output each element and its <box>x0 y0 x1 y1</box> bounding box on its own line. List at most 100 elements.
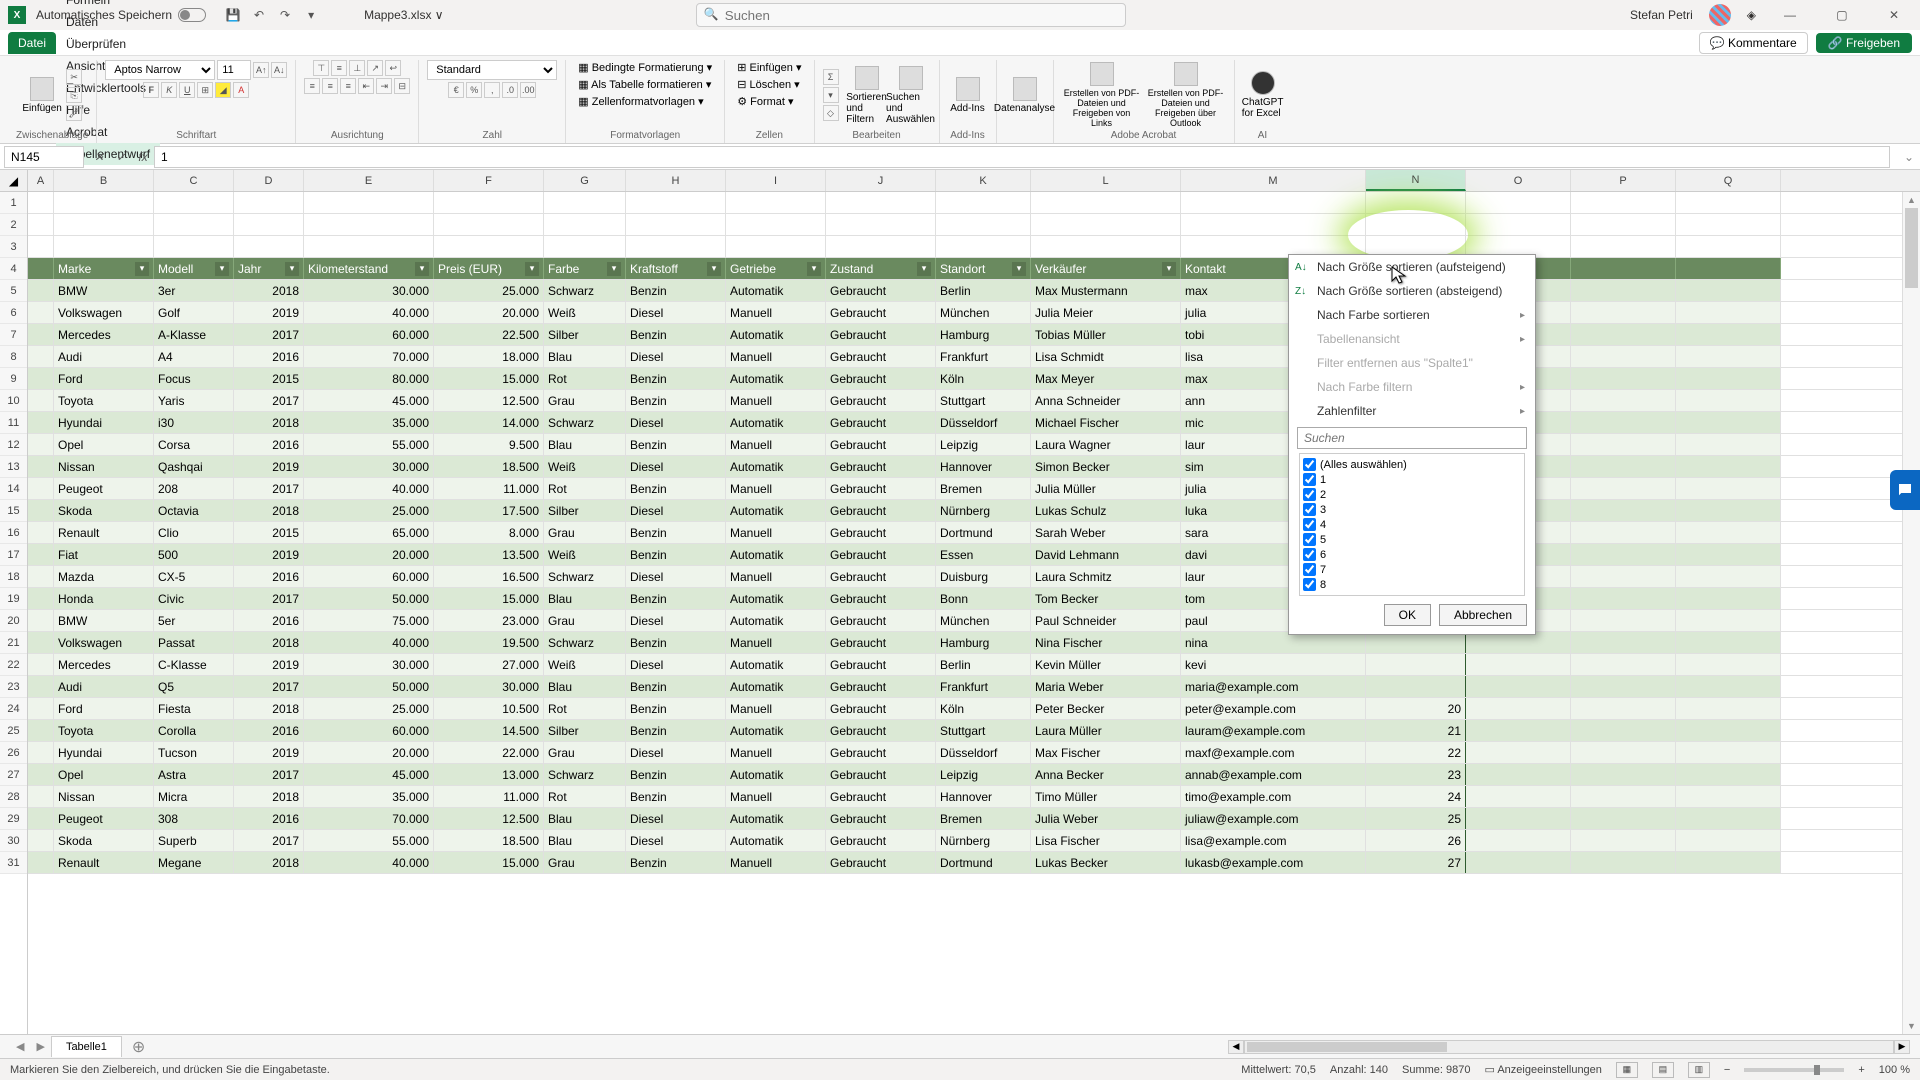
cell[interactable]: Gebraucht <box>826 368 936 389</box>
name-box[interactable] <box>4 146 84 168</box>
table-header-cell[interactable]: Kraftstoff▾ <box>626 258 726 279</box>
cell[interactable] <box>1571 390 1676 411</box>
table-row[interactable]: NissanQashqai201930.00018.500WeißDieselA… <box>28 456 1920 478</box>
cell[interactable]: Diesel <box>626 742 726 763</box>
filter-value-checkbox[interactable]: 2 <box>1303 487 1521 502</box>
cell[interactable] <box>28 632 54 653</box>
row-header[interactable]: 6 <box>0 302 27 324</box>
column-header[interactable]: D <box>234 170 304 191</box>
cell[interactable]: i30 <box>154 412 234 433</box>
zoom-level[interactable]: 100 % <box>1879 1064 1910 1076</box>
share-button[interactable]: 🔗 Freigeben <box>1816 33 1912 53</box>
cell[interactable]: Diesel <box>626 830 726 851</box>
cell[interactable] <box>826 236 936 257</box>
scroll-right-icon[interactable]: ▶ <box>1894 1040 1910 1054</box>
cell[interactable]: Leipzig <box>936 434 1031 455</box>
cell[interactable] <box>1571 500 1676 521</box>
avatar[interactable] <box>1709 4 1731 26</box>
cell[interactable]: 70.000 <box>304 808 434 829</box>
cell[interactable]: 60.000 <box>304 720 434 741</box>
cell[interactable]: Manuell <box>726 566 826 587</box>
cell[interactable]: Automatik <box>726 500 826 521</box>
cell[interactable]: kevi <box>1181 654 1366 675</box>
cell[interactable] <box>28 478 54 499</box>
cell[interactable] <box>1676 478 1781 499</box>
cell[interactable]: Grau <box>544 742 626 763</box>
table-row[interactable]: VolkswagenGolf201940.00020.000WeißDiesel… <box>28 302 1920 324</box>
row-header[interactable]: 26 <box>0 742 27 764</box>
cell[interactable] <box>1676 786 1781 807</box>
copy-icon[interactable]: ⎘ <box>66 87 82 103</box>
cell[interactable]: Automatik <box>726 654 826 675</box>
cell[interactable]: Michael Fischer <box>1031 412 1181 433</box>
cell[interactable] <box>1676 720 1781 741</box>
row-header[interactable]: 20 <box>0 610 27 632</box>
cell[interactable]: Benzin <box>626 544 726 565</box>
cell[interactable]: 40.000 <box>304 478 434 499</box>
cell[interactable]: Automatik <box>726 610 826 631</box>
table-row[interactable]: Peugeot208201740.00011.000RotBenzinManue… <box>28 478 1920 500</box>
cell[interactable]: Gebraucht <box>826 346 936 367</box>
cell[interactable]: 9.500 <box>434 434 544 455</box>
cell[interactable]: 2017 <box>234 676 304 697</box>
row-header[interactable]: 4 <box>0 258 27 280</box>
cell[interactable]: 2019 <box>234 742 304 763</box>
border-icon[interactable]: ⊞ <box>197 82 213 98</box>
cell[interactable]: Schwarz <box>544 412 626 433</box>
cell[interactable] <box>626 214 726 235</box>
cell[interactable] <box>1466 830 1571 851</box>
cell[interactable] <box>1571 764 1676 785</box>
cell[interactable]: Audi <box>54 676 154 697</box>
add-sheet-button[interactable]: ⊕ <box>122 1037 155 1057</box>
cell[interactable]: timo@example.com <box>1181 786 1366 807</box>
cell[interactable]: Benzin <box>626 588 726 609</box>
cell[interactable] <box>28 412 54 433</box>
table-row[interactable]: AudiA4201670.00018.000BlauDieselManuellG… <box>28 346 1920 368</box>
cell[interactable] <box>28 786 54 807</box>
cell[interactable]: Mercedes <box>54 324 154 345</box>
cell[interactable] <box>1031 214 1181 235</box>
cell[interactable]: Gebraucht <box>826 434 936 455</box>
cell[interactable] <box>544 236 626 257</box>
cell[interactable]: Frankfurt <box>936 346 1031 367</box>
cell[interactable]: Skoda <box>54 830 154 851</box>
cell[interactable]: Simon Becker <box>1031 456 1181 477</box>
cell[interactable]: 2018 <box>234 786 304 807</box>
cell[interactable]: Grau <box>544 852 626 873</box>
filter-value-checkbox[interactable]: 3 <box>1303 502 1521 517</box>
search-input[interactable] <box>696 3 1126 27</box>
cell[interactable]: Peter Becker <box>1031 698 1181 719</box>
cell[interactable]: BMW <box>54 280 154 301</box>
cell[interactable]: Nürnberg <box>936 500 1031 521</box>
filter-search-input[interactable] <box>1297 427 1527 449</box>
column-header[interactable]: Q <box>1676 170 1781 191</box>
bold-button[interactable]: F <box>143 82 159 98</box>
cell[interactable]: Maria Weber <box>1031 676 1181 697</box>
cell[interactable]: 30.000 <box>304 654 434 675</box>
sheet-next-icon[interactable]: ▶ <box>30 1040 50 1053</box>
cell[interactable]: lauram@example.com <box>1181 720 1366 741</box>
cell[interactable]: 60.000 <box>304 566 434 587</box>
addins-button[interactable]: Add-Ins <box>948 77 988 114</box>
cell[interactable] <box>28 544 54 565</box>
cell[interactable] <box>1466 786 1571 807</box>
cell[interactable] <box>1571 632 1676 653</box>
sheet-prev-icon[interactable]: ◀ <box>10 1040 30 1053</box>
cell[interactable]: Anna Becker <box>1031 764 1181 785</box>
cell[interactable]: Schwarz <box>544 632 626 653</box>
cell[interactable]: 60.000 <box>304 324 434 345</box>
cell[interactable]: Diesel <box>626 412 726 433</box>
cell[interactable] <box>1571 412 1676 433</box>
cell[interactable] <box>726 236 826 257</box>
cell[interactable]: Hyundai <box>54 742 154 763</box>
wrap-text-icon[interactable]: ↩ <box>385 60 401 76</box>
filter-value-checkbox[interactable]: 8 <box>1303 577 1521 592</box>
cell[interactable] <box>936 236 1031 257</box>
row-header[interactable]: 17 <box>0 544 27 566</box>
cell[interactable]: Gebraucht <box>826 324 936 345</box>
table-row[interactable] <box>28 192 1920 214</box>
enter-formula-icon[interactable]: ✓ <box>110 150 132 164</box>
cell[interactable] <box>1676 412 1781 433</box>
sort-descending-item[interactable]: Z↓Nach Größe sortieren (absteigend) <box>1289 279 1535 303</box>
cell[interactable]: 75.000 <box>304 610 434 631</box>
